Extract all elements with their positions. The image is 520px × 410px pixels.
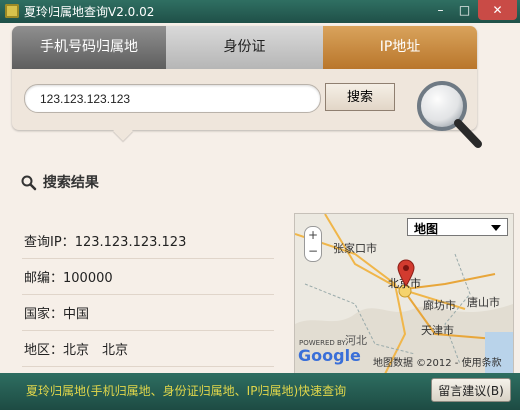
map-view[interactable]: 张家口市 北京市 廊坊市 唐山市 天津市 河北 POWERED BY Googl… bbox=[294, 213, 514, 375]
map-type-select[interactable]: 地图 bbox=[407, 218, 508, 236]
minimize-button[interactable]: – bbox=[429, 0, 452, 20]
result-row-ip: 查询IP：123.123.123.123 bbox=[22, 222, 274, 259]
app-icon bbox=[5, 4, 19, 18]
result-text: 国家：中国 bbox=[24, 307, 90, 322]
result-text: 查询IP：123.123.123.123 bbox=[24, 235, 187, 250]
result-text: 地区：北京 北京 bbox=[24, 343, 129, 358]
place-langfang: 廊坊市 bbox=[423, 299, 456, 312]
map-data-credit[interactable]: 地图数据 ©2012 - 使用条款 bbox=[373, 354, 502, 369]
map-type-value: 地图 bbox=[414, 222, 439, 236]
tab-phone[interactable]: 手机号码归属地 bbox=[12, 26, 166, 69]
status-text: 夏玲归属地(手机归属地、身份证归属地、IP归属地)快速查询 bbox=[26, 384, 347, 398]
close-button[interactable]: ✕ bbox=[478, 0, 517, 20]
search-icon bbox=[21, 175, 37, 191]
zoom-out-button[interactable]: − bbox=[305, 243, 321, 259]
window-title: 夏玲归属地查询V2.0.02 bbox=[24, 5, 155, 19]
place-tianjin: 天津市 bbox=[421, 324, 454, 337]
feedback-button[interactable]: 留言建议(B) bbox=[431, 378, 511, 402]
result-text: 邮编：100000 bbox=[24, 271, 113, 286]
results-heading: 搜索结果 bbox=[20, 172, 99, 192]
result-row-country: 国家：中国 bbox=[22, 294, 274, 331]
place-tangshan: 唐山市 bbox=[467, 296, 500, 309]
magnifier-icon bbox=[417, 81, 482, 148]
google-logo: Google bbox=[298, 346, 361, 365]
ip-search-input[interactable] bbox=[38, 88, 312, 110]
result-row-region: 地区：北京 北京 bbox=[22, 330, 274, 367]
map-pin-icon[interactable] bbox=[397, 259, 415, 287]
result-row-postcode: 邮编：100000 bbox=[22, 258, 274, 295]
tab-ip-address[interactable]: IP地址 bbox=[323, 26, 477, 69]
chevron-down-icon bbox=[491, 225, 501, 231]
map-zoom-control: + − bbox=[304, 226, 322, 262]
title-bar: 夏玲归属地查询V2.0.02 – □ ✕ bbox=[0, 0, 520, 23]
zoom-in-button[interactable]: + bbox=[305, 227, 321, 243]
tab-id-card[interactable]: 身份证 bbox=[166, 26, 323, 69]
tab-bar: 手机号码归属地 身份证 IP地址 bbox=[12, 26, 477, 69]
maximize-button[interactable]: □ bbox=[453, 0, 476, 20]
search-button[interactable]: 搜索 bbox=[325, 83, 395, 111]
results-heading-label: 搜索结果 bbox=[42, 175, 99, 191]
place-zhangjiakou: 张家口市 bbox=[333, 242, 377, 255]
app-window: 夏玲归属地查询V2.0.02 – □ ✕ 手机号码归属地 身份证 IP地址 搜索… bbox=[0, 0, 520, 410]
